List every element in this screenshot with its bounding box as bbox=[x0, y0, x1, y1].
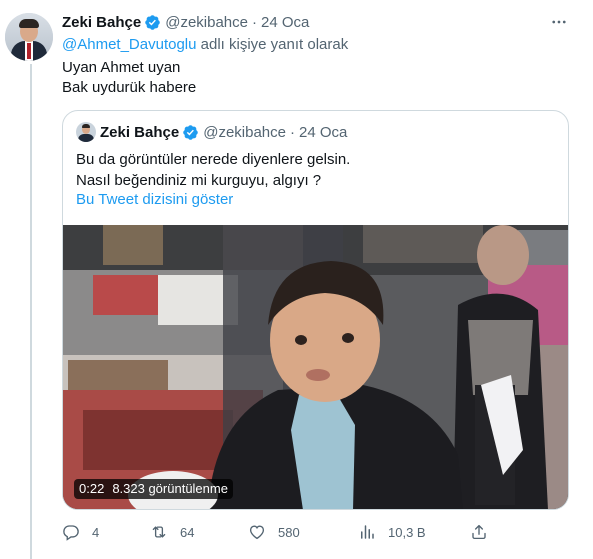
share-button[interactable] bbox=[470, 520, 488, 544]
verified-badge-icon bbox=[183, 124, 198, 140]
like-button[interactable]: 580 bbox=[248, 520, 300, 544]
reply-context: @Ahmet_Davutoglu adlı kişiye yanıt olara… bbox=[62, 36, 348, 53]
quote-text: Bu da görüntüler nerede diyenlere gelsin… bbox=[76, 149, 350, 191]
show-thread-link[interactable]: Bu Tweet dizisini göster bbox=[76, 191, 233, 208]
quote-date: 24 Oca bbox=[299, 123, 348, 141]
quote-avatar bbox=[76, 122, 96, 142]
tweet-header: Zeki Bahçe @zekibahce · 24 Oca bbox=[62, 12, 309, 32]
quoted-tweet[interactable]: Zeki Bahçe @zekibahce · 24 Oca Bu da gör… bbox=[62, 110, 569, 510]
reply-icon bbox=[63, 525, 79, 541]
quote-header: Zeki Bahçe @zekibahce · 24 Oca bbox=[100, 122, 347, 142]
like-icon bbox=[249, 525, 265, 540]
separator: · bbox=[290, 123, 295, 141]
views-icon bbox=[361, 525, 374, 539]
share-icon bbox=[472, 524, 486, 540]
quote-author-name: Zeki Bahçe bbox=[100, 123, 180, 141]
video-duration: 0:22 bbox=[79, 481, 105, 496]
retweet-count: 64 bbox=[180, 524, 195, 540]
quote-author-handle: @zekibahce bbox=[203, 123, 286, 141]
retweet-button[interactable]: 64 bbox=[150, 520, 194, 544]
thread-line bbox=[30, 64, 32, 559]
more-icon[interactable] bbox=[549, 12, 569, 32]
author-name[interactable]: Zeki Bahçe bbox=[62, 14, 141, 31]
reply-button[interactable]: 4 bbox=[62, 520, 99, 544]
avatar[interactable] bbox=[5, 13, 53, 61]
separator: · bbox=[252, 13, 257, 31]
quote-text-line: Bu da görüntüler nerede diyenlere gelsin… bbox=[76, 151, 351, 168]
video-frame bbox=[63, 225, 568, 509]
views-count: 10,3 B bbox=[388, 524, 426, 540]
retweet-icon bbox=[152, 526, 166, 538]
reply-mention-link[interactable]: @Ahmet_Davutoglu bbox=[62, 36, 196, 53]
action-bar: 4 64 580 10,3 B bbox=[62, 520, 507, 544]
tweet-text: Uyan Ahmet uyan Bak uydurük habere bbox=[62, 58, 196, 98]
video-views: 8.323 görüntülenme bbox=[112, 481, 228, 496]
verified-badge-icon bbox=[145, 14, 160, 30]
views-button[interactable]: 10,3 B bbox=[358, 520, 426, 544]
quote-text-line: Nasıl beğendiniz mi kurguyu, algıyı ? bbox=[76, 172, 322, 189]
video-player[interactable]: 0:22 8.323 görüntülenme bbox=[63, 225, 568, 509]
tweet-date[interactable]: 24 Oca bbox=[261, 14, 309, 31]
like-count: 580 bbox=[278, 524, 300, 540]
tweet-text-line: Uyan Ahmet uyan bbox=[62, 59, 181, 76]
reply-suffix: adlı kişiye yanıt olarak bbox=[196, 36, 349, 53]
reply-count: 4 bbox=[92, 524, 100, 540]
tweet-text-line: Bak uydurük habere bbox=[62, 79, 197, 96]
video-overlay: 0:22 8.323 görüntülenme bbox=[74, 479, 233, 499]
author-handle[interactable]: @zekibahce bbox=[165, 14, 248, 31]
